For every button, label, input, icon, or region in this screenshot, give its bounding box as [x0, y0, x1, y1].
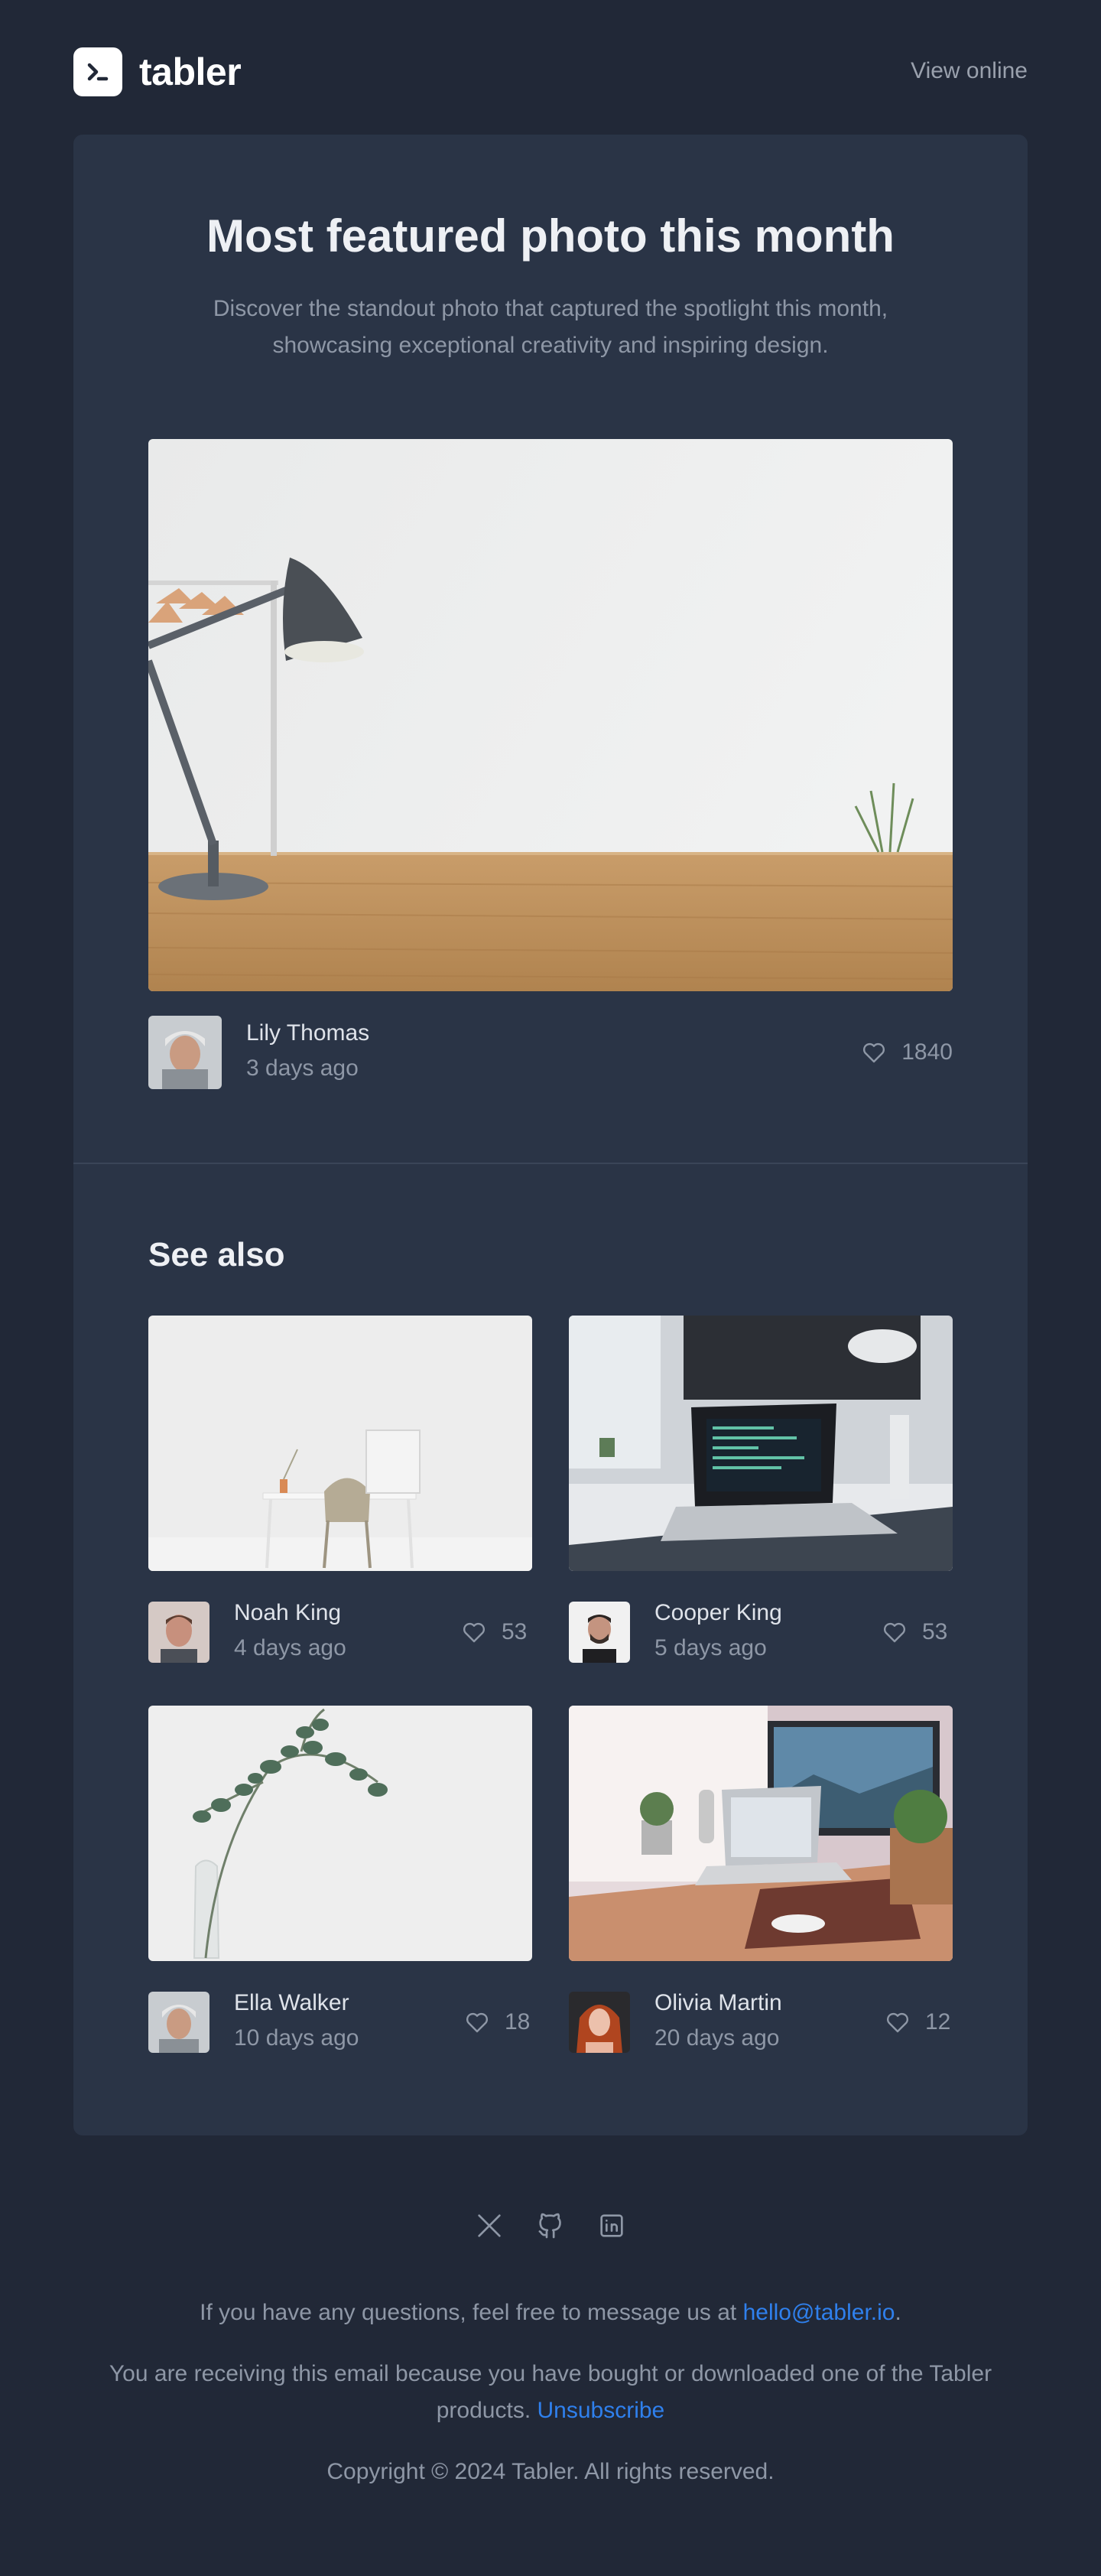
tabler-logo[interactable]: tabler	[73, 47, 242, 96]
featured-photo[interactable]	[148, 439, 953, 991]
logo-text: tabler	[139, 50, 242, 93]
featured-author-name[interactable]: Lily Thomas	[246, 1020, 369, 1046]
linkedin-icon[interactable]	[596, 2210, 627, 2241]
author-avatar[interactable]	[569, 1992, 630, 2053]
heart-icon	[887, 2012, 908, 2033]
see-also-date: 10 days ago	[234, 2025, 359, 2051]
content-card: Most featured photo this month Discover …	[73, 135, 1028, 2135]
likes-count: 53	[502, 1619, 528, 1644]
heart-icon	[863, 1042, 885, 1063]
github-icon[interactable]	[535, 2210, 566, 2241]
see-also-likes[interactable]: 12	[884, 2008, 950, 2036]
see-also-date: 20 days ago	[654, 2025, 780, 2051]
x-icon[interactable]	[474, 2210, 505, 2241]
section-divider	[73, 1163, 1028, 1164]
see-also-likes[interactable]: 53	[460, 1618, 527, 1646]
see-also-title: See also	[148, 1236, 285, 1273]
see-also-photo[interactable]	[148, 1706, 532, 1961]
see-also-date: 4 days ago	[234, 1635, 346, 1660]
heart-icon	[466, 2012, 488, 2033]
see-also-photo[interactable]	[569, 1316, 953, 1571]
featured-likes[interactable]: 1840	[860, 1039, 953, 1066]
see-also-date: 5 days ago	[654, 1635, 767, 1660]
author-avatar[interactable]	[148, 1992, 209, 2053]
questions-line: If you have any questions, feel free to …	[73, 2295, 1028, 2331]
see-also-author-name[interactable]: Ella Walker	[234, 1990, 349, 2016]
questions-end: .	[895, 2300, 901, 2325]
questions-text: If you have any questions, feel free to …	[200, 2300, 743, 2325]
see-also-photo[interactable]	[569, 1706, 953, 1961]
heart-icon	[463, 1622, 485, 1643]
author-avatar[interactable]	[569, 1602, 630, 1663]
likes-count: 53	[922, 1619, 948, 1644]
view-online-link[interactable]: View online	[911, 58, 1028, 84]
likes-count: 12	[925, 2009, 951, 2034]
see-also-author-name[interactable]: Cooper King	[654, 1600, 782, 1626]
copyright-text: Copyright © 2024 Tabler. All rights rese…	[326, 2459, 775, 2484]
author-avatar[interactable]	[148, 1602, 209, 1663]
terminal-logo-icon	[73, 47, 122, 96]
likes-count: 18	[505, 2009, 531, 2034]
featured-date: 3 days ago	[246, 1055, 359, 1081]
see-also-likes[interactable]: 18	[463, 2008, 530, 2036]
receiving-line: You are receiving this email because you…	[73, 2356, 1028, 2429]
social-links	[0, 2210, 1101, 2241]
see-also-author-name[interactable]: Noah King	[234, 1600, 341, 1626]
hero-description: Discover the standout photo that capture…	[213, 296, 888, 358]
see-also-author-name[interactable]: Olivia Martin	[654, 1990, 782, 2016]
contact-email-link[interactable]: hello@tabler.io	[743, 2300, 895, 2325]
author-avatar[interactable]	[148, 1016, 222, 1089]
see-also-likes[interactable]: 53	[881, 1618, 947, 1646]
email-header: tabler View online	[73, 47, 1028, 98]
likes-count: 1840	[901, 1039, 953, 1065]
hero-title: Most featured photo this month	[206, 210, 895, 262]
unsubscribe-link[interactable]: Unsubscribe	[537, 2398, 664, 2423]
see-also-photo[interactable]	[148, 1316, 532, 1571]
heart-icon	[884, 1622, 905, 1643]
